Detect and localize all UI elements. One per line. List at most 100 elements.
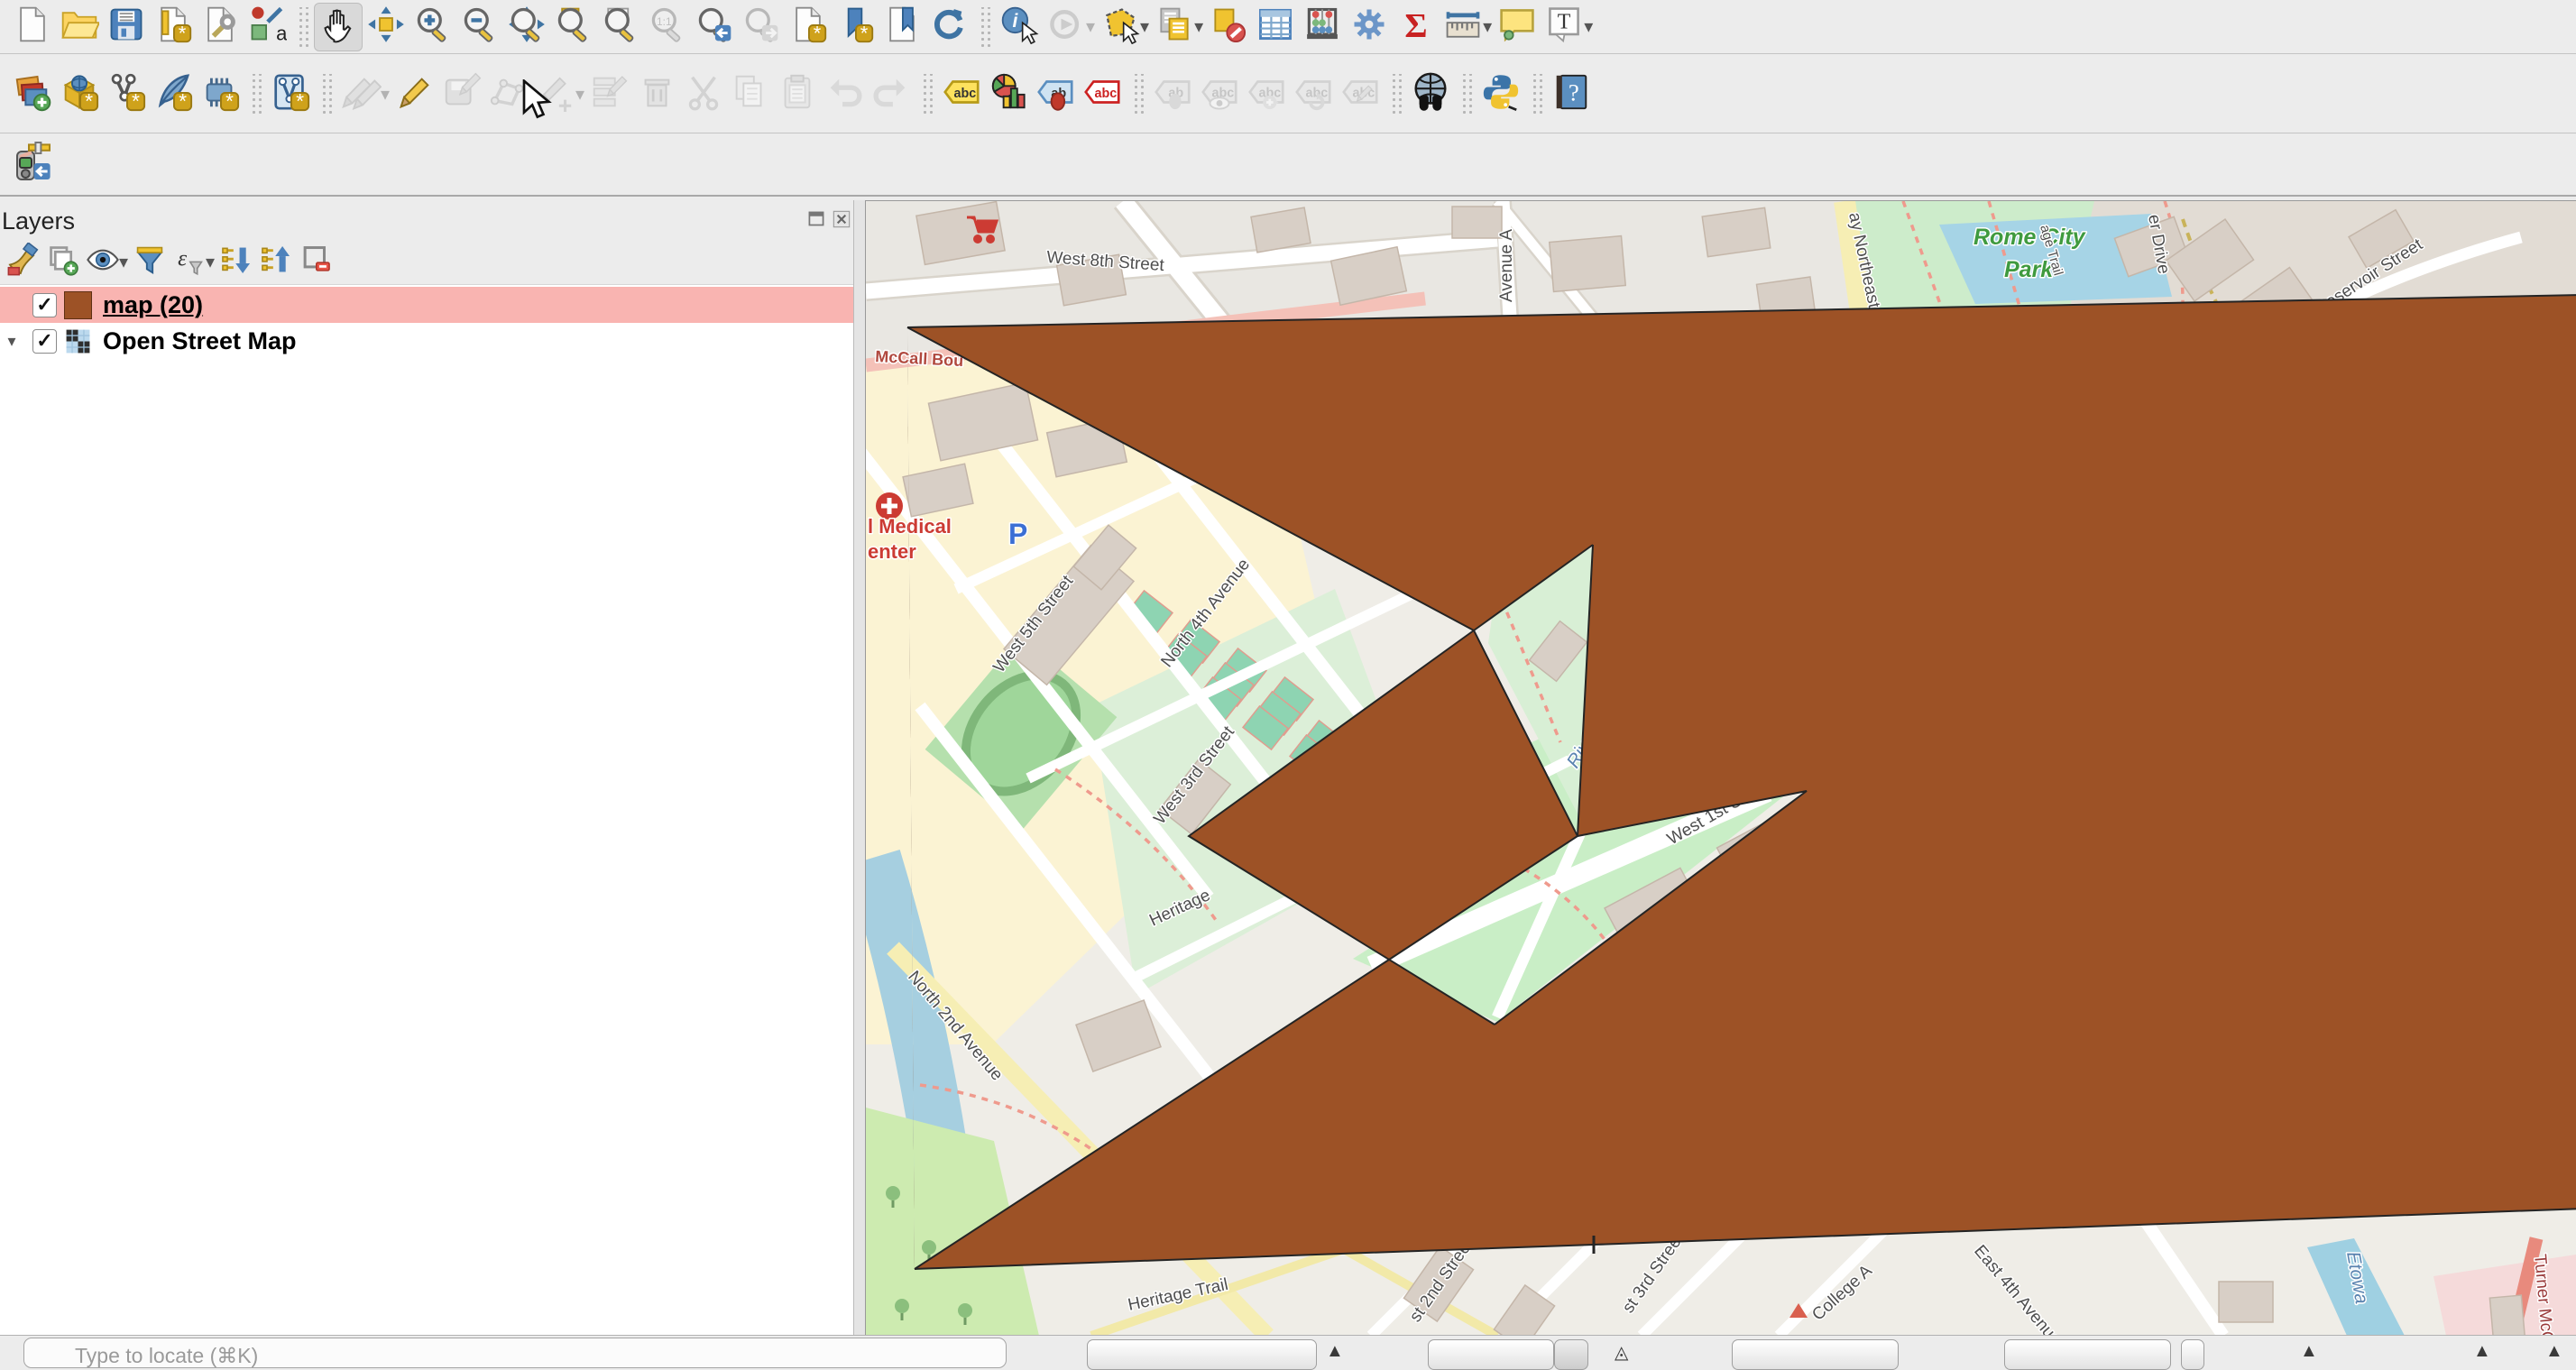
current-edits-dropdown-icon: ▾ <box>381 83 390 106</box>
zoom-out-button[interactable] <box>456 4 503 51</box>
move-label-icon: abc <box>1246 71 1287 117</box>
paste-features-button <box>774 70 821 117</box>
open-project-icon <box>60 5 99 49</box>
save-project-button[interactable] <box>103 4 150 51</box>
layer-labeling-button[interactable]: abc <box>938 70 985 117</box>
scale-combo[interactable] <box>1428 1339 1554 1370</box>
pan-to-selection-button[interactable] <box>363 4 409 51</box>
svg-text:Σ: Σ <box>1405 7 1428 44</box>
zoom-to-selection-icon <box>554 5 593 49</box>
new-virtual-layer-button[interactable]: * <box>267 70 314 117</box>
new-print-layout-button[interactable]: * <box>150 4 197 51</box>
statistical-summary-button[interactable] <box>1299 4 1346 51</box>
statistical-summary-icon <box>1302 5 1342 49</box>
identify-icon: i <box>999 5 1039 49</box>
map-canvas[interactable]: US 27 West 8th StreetRome CityParkage Tr… <box>866 200 2576 1336</box>
new-geopackage-icon: * <box>59 71 100 117</box>
copy-features-button <box>727 70 774 117</box>
coordinate-input[interactable] <box>1087 1339 1317 1370</box>
coordinate-extent-icon[interactable]: ▲ <box>1326 1341 1344 1362</box>
panel-float-button[interactable] <box>805 207 828 231</box>
zoom-to-layer-button[interactable] <box>597 4 644 51</box>
show-bookmarks-icon <box>882 5 922 49</box>
new-shapefile-button[interactable]: * <box>103 70 150 117</box>
metasearch-button[interactable] <box>1407 70 1454 117</box>
new-memory-layer-button[interactable]: * <box>197 70 244 117</box>
svg-text:*: * <box>860 22 869 44</box>
processing-toolbox-button[interactable] <box>1346 4 1393 51</box>
modify-attributes-button <box>586 70 633 117</box>
layer-styling-button[interactable] <box>4 243 43 282</box>
layer-item-open-street-map[interactable]: ▾✓Open Street Map <box>0 323 853 359</box>
refresh-button[interactable] <box>925 4 972 51</box>
label-highlight-button[interactable]: abc <box>1079 70 1126 117</box>
help-button[interactable]: ? <box>1548 70 1595 117</box>
render-checkbox[interactable] <box>2181 1339 2204 1370</box>
gps-tools-button[interactable] <box>9 142 56 188</box>
zoom-in-button[interactable] <box>409 4 456 51</box>
select-features-button[interactable] <box>1097 4 1144 51</box>
layer-item-map-20-[interactable]: ✓map (20) <box>0 287 853 323</box>
remove-layer-icon <box>299 243 333 281</box>
zoom-last-button[interactable] <box>691 4 738 51</box>
svg-text:*: * <box>814 22 822 44</box>
expand-all-button[interactable] <box>216 243 256 282</box>
data-source-manager-button[interactable] <box>9 70 56 117</box>
svg-text:*: * <box>179 22 187 44</box>
map-themes-button[interactable] <box>83 243 123 282</box>
map-themes-dropdown-icon[interactable]: ▾ <box>119 251 128 273</box>
measure-button[interactable] <box>1440 4 1486 51</box>
toolbar-separator <box>319 74 332 114</box>
deselect-all-button[interactable] <box>1205 4 1252 51</box>
filter-expression-button[interactable]: ε <box>170 243 209 282</box>
svg-text:*: * <box>179 89 187 113</box>
expander-icon[interactable]: ▾ <box>0 332 23 351</box>
layer-visibility-checkbox[interactable]: ✓ <box>32 329 57 354</box>
zoom-out-icon <box>460 5 500 49</box>
scale-lock-button[interactable] <box>1554 1339 1588 1370</box>
toggle-editing-button[interactable] <box>391 70 438 117</box>
filter-legend-icon <box>133 243 167 281</box>
layer-visibility-checkbox[interactable]: ✓ <box>32 293 57 317</box>
mouse-cursor-icon <box>520 79 556 121</box>
panel-splitter[interactable] <box>853 200 866 1335</box>
new-map-view-icon: * <box>788 5 828 49</box>
show-statistics-button[interactable]: Σ <box>1393 4 1440 51</box>
identify-button[interactable]: i <box>996 4 1043 51</box>
zoom-to-selection-button[interactable] <box>550 4 597 51</box>
select-by-form-button[interactable] <box>1151 4 1198 51</box>
remove-layer-button[interactable] <box>296 243 336 282</box>
log-icon[interactable]: ▲ <box>2545 1341 2563 1362</box>
svg-text:T: T <box>1558 11 1571 34</box>
zoom-next-button <box>738 4 785 51</box>
new-map-view-button[interactable]: * <box>785 4 832 51</box>
layer-diagram-button[interactable] <box>985 70 1032 117</box>
show-bookmarks-button[interactable] <box>879 4 925 51</box>
map-tips-button[interactable] <box>1494 4 1541 51</box>
magnifier-combo[interactable] <box>1732 1339 1899 1370</box>
label-pin-button[interactable]: ab <box>1032 70 1079 117</box>
attribute-table-button[interactable] <box>1252 4 1299 51</box>
filter-legend-button[interactable] <box>130 243 170 282</box>
new-spatial-bookmark-button[interactable]: * <box>832 4 879 51</box>
open-project-button[interactable] <box>56 4 103 51</box>
zoom-full-button[interactable] <box>503 4 550 51</box>
new-geopackage-button[interactable]: * <box>56 70 103 117</box>
layer-diagram-icon <box>988 71 1029 117</box>
map-label: Avenue A <box>1497 229 1516 302</box>
new-spatialite-button[interactable]: * <box>150 70 197 117</box>
locate-search-input[interactable]: Type to locate (⌘K) <box>23 1338 1007 1368</box>
python-console-button[interactable] <box>1477 70 1524 117</box>
text-annotation-button[interactable]: T <box>1541 4 1587 51</box>
pan-button[interactable] <box>314 3 363 51</box>
crs-icon[interactable]: ▲ <box>2300 1341 2318 1362</box>
collapse-all-button[interactable] <box>256 243 296 282</box>
panel-close-button[interactable] <box>830 207 853 231</box>
new-project-button[interactable] <box>9 4 56 51</box>
layout-manager-button[interactable] <box>197 4 244 51</box>
messages-icon[interactable]: ▲ <box>2473 1341 2491 1362</box>
filter-expression-dropdown-icon[interactable]: ▾ <box>206 251 215 273</box>
style-manager-button[interactable]: a <box>244 4 290 51</box>
add-group-button[interactable] <box>43 243 83 282</box>
rotation-combo[interactable] <box>2004 1339 2171 1370</box>
